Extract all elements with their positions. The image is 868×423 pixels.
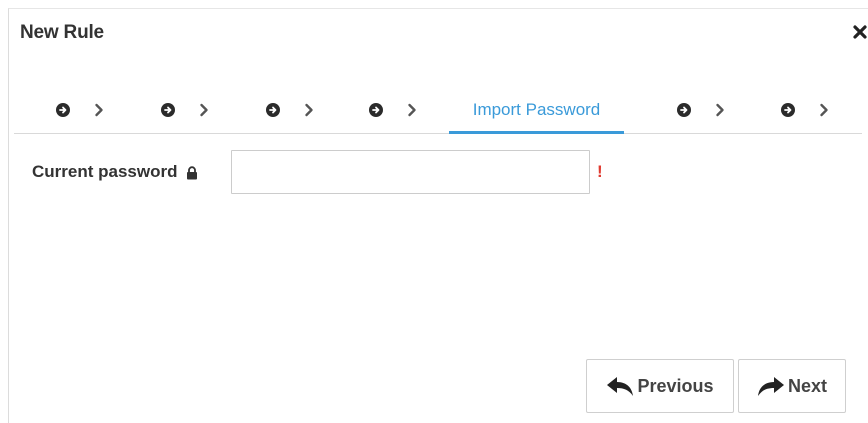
wizard-step-7[interactable] <box>781 87 829 133</box>
chevron-right-icon <box>304 103 314 117</box>
chevron-right-icon <box>199 103 209 117</box>
current-password-label-text: Current password <box>32 162 178 181</box>
arrow-circle-right-icon <box>677 103 691 117</box>
arrow-circle-right-icon <box>266 103 280 117</box>
wizard-step-2[interactable] <box>161 87 209 133</box>
required-indicator: ! <box>597 162 603 181</box>
previous-button-label: Previous <box>637 375 714 396</box>
wizard-step-3[interactable] <box>266 87 314 133</box>
share-arrow-icon <box>757 377 784 396</box>
arrow-circle-right-icon <box>56 103 70 117</box>
step-label: Import Password <box>472 100 601 119</box>
chevron-right-icon <box>94 103 104 117</box>
arrow-circle-right-icon <box>781 103 795 117</box>
wizard-steps: Import Password <box>14 87 862 134</box>
wizard-step-1[interactable] <box>56 87 104 133</box>
new-rule-dialog: New Rule Import Password Current passwor… <box>8 8 868 423</box>
current-password-input[interactable] <box>231 150 590 194</box>
dialog-title: New Rule <box>20 22 104 43</box>
next-button[interactable]: Next <box>738 359 846 413</box>
active-step-underline <box>449 131 624 134</box>
chevron-right-icon <box>407 103 417 117</box>
wizard-step-4[interactable] <box>369 87 417 133</box>
chevron-right-icon <box>715 103 725 117</box>
current-password-label: Current password <box>32 162 198 182</box>
wizard-step-6[interactable] <box>677 87 725 133</box>
close-icon[interactable] <box>852 23 868 41</box>
wizard-step-import-password[interactable]: Import Password <box>449 87 624 134</box>
lock-icon <box>186 165 198 180</box>
reply-arrow-icon <box>607 377 634 396</box>
next-button-label: Next <box>787 375 827 396</box>
previous-button[interactable]: Previous <box>586 359 734 413</box>
chevron-right-icon <box>819 103 829 117</box>
arrow-circle-right-icon <box>369 103 383 117</box>
arrow-circle-right-icon <box>161 103 175 117</box>
